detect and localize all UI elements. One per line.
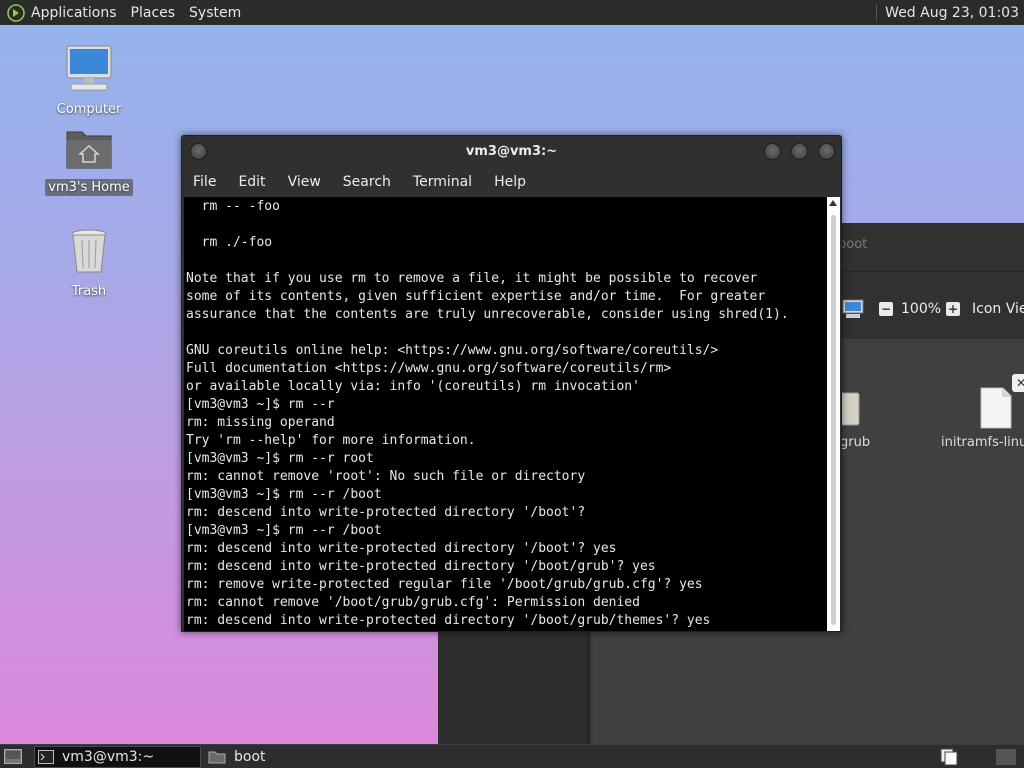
panel-separator <box>876 4 878 21</box>
computer-location-icon[interactable] <box>842 299 864 319</box>
desktop-icon-trash[interactable]: Trash <box>44 226 134 300</box>
close-icon[interactable]: ✕ <box>1012 374 1024 392</box>
menu-terminal[interactable]: Terminal <box>413 174 472 190</box>
close-button[interactable] <box>818 143 835 160</box>
terminal-icon <box>38 750 54 764</box>
computer-icon <box>66 45 112 91</box>
desktop-icon-label: vm3's Home <box>45 179 133 196</box>
workspace-indicator[interactable] <box>996 749 1016 765</box>
desktop-icon-label: Computer <box>56 102 122 117</box>
folder-icon <box>208 751 226 764</box>
scroll-up-icon[interactable] <box>829 200 837 206</box>
file-icon[interactable] <box>979 386 1013 430</box>
terminal-menubar: File Edit View Search Terminal Help <box>182 168 841 196</box>
places-menu[interactable]: Places <box>131 5 176 21</box>
menu-help[interactable]: Help <box>494 174 526 190</box>
file-item-label[interactable]: initramfs-linu <box>941 435 1024 450</box>
taskbar-terminal-label: vm3@vm3:~ <box>62 749 155 765</box>
file-manager-title: boot <box>838 237 868 252</box>
show-desktop-icon[interactable] <box>4 749 22 764</box>
taskbar-boot-label: boot <box>234 749 266 765</box>
trash-icon <box>71 229 107 273</box>
menu-file[interactable]: File <box>193 174 216 190</box>
desktop-icon-home[interactable]: vm3's Home <box>44 126 134 196</box>
terminal-scrollbar[interactable] <box>827 197 840 631</box>
terminal-title: vm3@vm3:~ <box>465 144 558 159</box>
zoom-in-button[interactable]: + <box>946 302 960 316</box>
system-menu[interactable]: System <box>189 5 241 21</box>
applications-menu[interactable]: Applications <box>31 5 117 21</box>
taskbar-terminal[interactable]: vm3@vm3:~ <box>34 746 201 768</box>
zoom-level: 100% <box>901 301 942 317</box>
menu-view[interactable]: View <box>288 174 321 190</box>
bottom-panel: vm3@vm3:~ boot <box>0 744 1024 768</box>
menu-search[interactable]: Search <box>343 174 391 190</box>
clock[interactable]: Wed Aug 23, 01:03 <box>885 5 1019 21</box>
file-item-label[interactable]: grub <box>840 435 870 450</box>
taskbar-boot[interactable]: boot <box>205 746 375 768</box>
workspace-switcher-icon[interactable] <box>940 748 958 766</box>
desktop-icon-label: Trash <box>71 284 107 299</box>
minimize-button[interactable] <box>764 143 781 160</box>
zoom-out-button[interactable]: − <box>879 302 893 316</box>
terminal-titlebar[interactable]: vm3@vm3:~ <box>182 136 841 168</box>
desktop-icon-computer[interactable]: Computer <box>44 44 134 118</box>
menu-edit[interactable]: Edit <box>238 174 265 190</box>
terminal-output[interactable]: rm -- -foo rm ./-foo Note that if you us… <box>184 197 827 631</box>
scroll-thumb[interactable] <box>831 215 836 625</box>
top-panel: Applications Places System Wed Aug 23, 0… <box>0 0 1024 25</box>
terminal-window[interactable]: vm3@vm3:~ File Edit View Search Terminal… <box>181 135 842 632</box>
distro-logo-icon[interactable] <box>7 3 25 22</box>
view-mode-select[interactable]: Icon View <box>972 301 1024 317</box>
terminal-text: rm -- -foo rm ./-foo Note that if you us… <box>186 199 789 628</box>
maximize-button[interactable] <box>791 143 808 160</box>
home-folder-icon <box>66 131 112 169</box>
